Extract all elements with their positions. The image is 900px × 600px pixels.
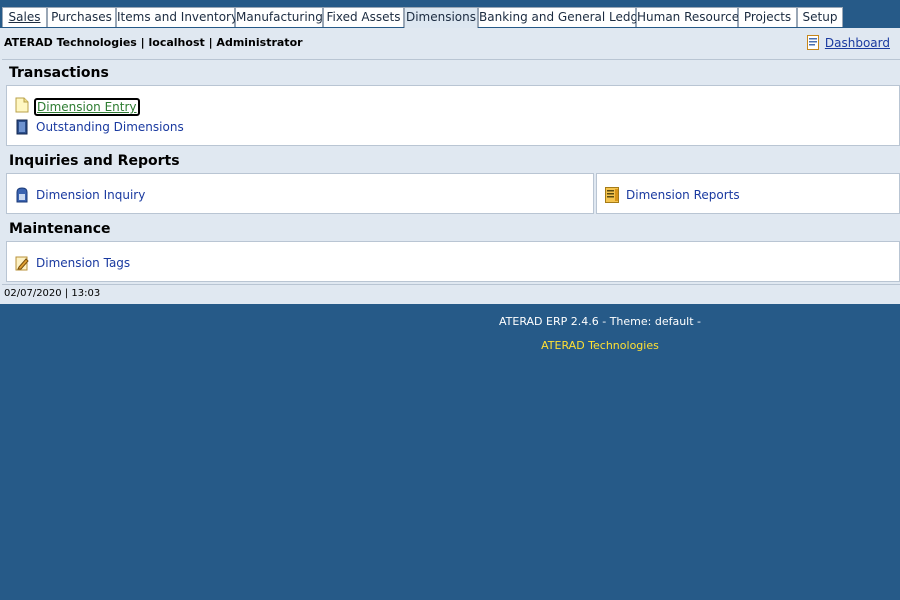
footer-version: ATERAD ERP 2.4.6 - Theme: default -	[498, 315, 702, 328]
tab-label: Projects	[743, 10, 792, 24]
section-title-transactions: Transactions	[9, 65, 109, 81]
tab-label: Sales	[8, 10, 41, 24]
dimension-entry-link[interactable]: Dimension Entry	[15, 97, 140, 116]
tab-items-and-inventory[interactable]: Items and Inventory	[116, 7, 239, 27]
tab-label: Manufacturing	[236, 10, 323, 24]
tab-sales[interactable]: Sales	[2, 7, 47, 27]
tab-label: Items and Inventory	[117, 10, 239, 24]
tab-label: Purchases	[51, 10, 112, 24]
dimension-inquiry-link[interactable]: Dimension Inquiry	[15, 187, 146, 203]
tab-setup[interactable]: Setup	[797, 7, 843, 27]
tab-fixed-assets[interactable]: Fixed Assets	[323, 7, 404, 27]
divider	[2, 59, 900, 60]
module-tab-bar: Sales Purchases Items and Inventory Manu…	[0, 0, 900, 28]
section-title-inquiries-and-reports: Inquiries and Reports	[9, 153, 180, 169]
tag-edit-icon	[15, 255, 29, 274]
dimension-entry-label: Dimension Entry	[34, 98, 140, 116]
footer-company-link[interactable]: ATERAD Technologies	[0, 339, 900, 352]
maintenance-box	[6, 241, 900, 282]
tab-label: Setup	[802, 10, 838, 24]
inquiry-icon	[15, 187, 29, 206]
session-info: ATERAD Technologies | localhost | Admini…	[4, 36, 303, 49]
tab-dimensions[interactable]: Dimensions	[404, 7, 478, 28]
tab-label: Human Resource	[637, 10, 740, 24]
outstanding-dimensions-label: Outstanding Dimensions	[36, 120, 184, 134]
status-datetime: 02/07/2020 | 13:03	[4, 288, 101, 299]
dashboard-label: Dashboard	[824, 36, 890, 50]
report-icon	[605, 187, 619, 206]
tab-banking-and-general-ledger[interactable]: Banking and General Ledger	[478, 7, 650, 27]
divider	[2, 284, 900, 285]
tab-projects[interactable]: Projects	[738, 7, 797, 27]
dimension-tags-label: Dimension Tags	[36, 256, 131, 270]
outstanding-dimensions-link[interactable]: Outstanding Dimensions	[15, 119, 184, 135]
dimension-reports-link[interactable]: Dimension Reports	[605, 187, 740, 203]
tab-label: Dimensions	[405, 10, 477, 24]
tab-purchases[interactable]: Purchases	[47, 7, 116, 27]
dimension-tags-link[interactable]: Dimension Tags	[15, 256, 131, 271]
tab-label: Banking and General Ledger	[479, 10, 651, 24]
book-icon	[15, 119, 29, 138]
tab-label: Fixed Assets	[326, 10, 401, 24]
dimension-inquiry-label: Dimension Inquiry	[36, 188, 146, 202]
tab-manufacturing[interactable]: Manufacturing	[235, 7, 323, 27]
transactions-box	[6, 85, 900, 146]
dashboard-icon	[806, 35, 819, 53]
dimension-reports-label: Dimension Reports	[626, 188, 740, 202]
dashboard-link[interactable]: Dashboard	[806, 35, 890, 53]
note-icon	[15, 97, 29, 116]
tab-human-resource[interactable]: Human Resource	[636, 7, 740, 27]
section-title-maintenance: Maintenance	[9, 221, 111, 237]
